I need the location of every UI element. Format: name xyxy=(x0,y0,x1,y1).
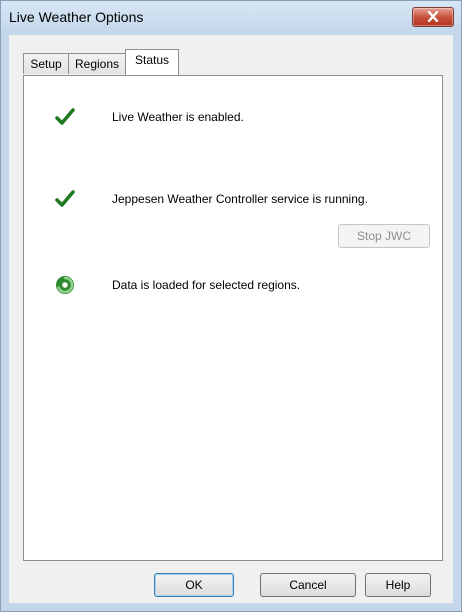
status-text-service: Jeppesen Weather Controller service is r… xyxy=(112,192,368,206)
tab-regions[interactable]: Regions xyxy=(68,53,126,74)
status-text-data: Data is loaded for selected regions. xyxy=(112,278,301,292)
stop-jwc-button[interactable]: Stop JWC xyxy=(338,224,430,248)
tab-setup[interactable]: Setup xyxy=(23,53,69,74)
status-text-enabled: Live Weather is enabled. xyxy=(112,110,244,124)
ok-button[interactable]: OK xyxy=(154,573,234,597)
dialog-body: Setup Regions Status Live Weather is ena… xyxy=(9,35,453,603)
dialog-window: Live Weather Options Setup Regions Statu… xyxy=(0,0,462,612)
close-icon xyxy=(427,11,439,22)
loading-spinner-icon xyxy=(56,276,74,294)
close-button[interactable] xyxy=(412,7,454,27)
tab-status[interactable]: Status xyxy=(125,49,179,75)
title-bar[interactable]: Live Weather Options xyxy=(1,1,461,35)
checkmark-icon xyxy=(55,190,75,207)
help-button[interactable]: Help xyxy=(365,573,431,597)
status-panel: Live Weather is enabled. Jeppesen Weathe… xyxy=(23,75,443,561)
checkmark-icon xyxy=(55,108,75,125)
cancel-button[interactable]: Cancel xyxy=(260,573,356,597)
window-title: Live Weather Options xyxy=(9,9,144,25)
